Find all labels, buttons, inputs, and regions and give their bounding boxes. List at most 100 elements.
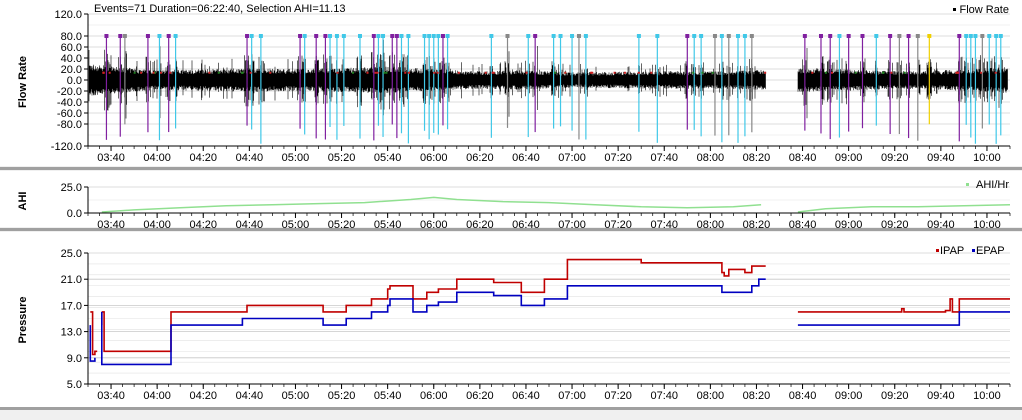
flow-event-flag [726,34,731,38]
flow-event-dot [108,71,111,74]
x-tick-label: 06:00 [420,219,448,231]
x-tick-label: 06:00 [420,390,448,402]
x-tick-label: 10:00 [973,219,1001,231]
flow-event-flag [394,34,399,38]
flow-event-flag [994,34,999,38]
flow-event-dot [140,71,143,74]
flow-event-flag [118,34,123,38]
flow-event-dot [241,71,244,74]
x-tick-label: 05:20 [328,152,356,164]
x-tick-label: 04:20 [189,390,217,402]
x-tick-label: 07:00 [558,390,586,402]
x-tick-label: 09:00 [835,152,863,164]
flow-event-flag [526,34,531,38]
flow-event-flag [302,34,307,38]
x-tick-label: 04:00 [143,219,171,231]
flow-legend: Flow Rate [953,4,1009,16]
flow-event-dot [159,71,162,74]
flow-event-dot [623,71,626,74]
flow-event-flag [245,34,250,38]
flow-event-dot [133,71,136,74]
x-tick-label: 03:40 [97,390,125,402]
x-tick-label: 04:40 [236,152,264,164]
flow-event-flag [828,34,833,38]
flow-event-flag [837,34,842,38]
flow-event-dot [994,71,997,74]
x-tick-label: 08:00 [697,152,725,164]
x-tick-label: 09:40 [927,152,955,164]
x-tick-label: 05:00 [282,390,310,402]
flow-event-dot [484,71,487,74]
flow-event-flag [927,34,932,38]
flow-event-flag [655,34,660,38]
flow-event-dot [525,71,528,74]
flow-event-dot [692,71,695,74]
x-tick-label: 10:00 [973,152,1001,164]
flow-event-flag [173,34,178,38]
x-tick-label: 03:40 [97,219,125,231]
y-tick-label: -120.0 [51,141,82,153]
x-tick-label: 09:20 [881,390,909,402]
panel-background [0,232,1022,407]
x-tick-label: 06:40 [512,390,540,402]
x-tick-label: 03:40 [97,152,125,164]
flow-event-flag [328,34,333,38]
x-tick-label: 04:40 [236,390,264,402]
x-tick-label: 06:40 [512,219,540,231]
x-tick-label: 07:40 [650,152,678,164]
y-tick-label: 13.0 [61,327,82,339]
flow-event-flag [558,34,563,38]
flow-event-flag [314,34,319,38]
x-tick-label: 06:00 [420,152,448,164]
x-tick-label: 09:20 [881,152,909,164]
y-tick-label: 120.0 [54,9,82,21]
y-tick-label: 25.0 [61,182,82,194]
x-tick-label: 10:00 [973,390,1001,402]
flow-event-dot [408,71,411,74]
x-tick-label: 08:20 [743,152,771,164]
flow-event-flag [906,34,911,38]
x-tick-label: 07:00 [558,152,586,164]
epap-legend-label: EPAP [976,245,1005,257]
flow-event-dot [554,71,557,74]
x-tick-label: 07:20 [604,390,632,402]
x-tick-label: 05:40 [374,390,402,402]
epap-legend-swatch [972,249,975,252]
flow-event-dot [701,71,704,74]
flow-event-flag [736,34,741,38]
flow-event-flag [915,34,920,38]
flow-event-flag [436,34,441,38]
flow-event-dot [433,71,436,74]
flow-event-dot [854,71,857,74]
flow-event-flag [533,34,538,38]
flow-event-flag [406,34,411,38]
flow-event-flag [357,34,362,38]
flow-event-flag [692,34,697,38]
x-tick-label: 04:00 [143,390,171,402]
flow-event-flag [576,34,581,38]
flow-event-dot [613,71,616,74]
ahi-legend-label: AHI/Hr [976,179,1009,191]
x-tick-label: 06:20 [466,152,494,164]
flow-event-flag [157,34,162,38]
flow-event-dot [957,71,960,74]
flow-event-flag [505,34,510,38]
events-summary: Events=71 Duration=06:22:40, Selection A… [94,3,345,15]
flow-event-flag [987,34,992,38]
flow-event-flag [874,34,879,38]
flow-event-flag [381,34,386,38]
flow-event-dot [882,71,885,74]
flow-event-flag [376,34,381,38]
flow-event-flag [973,34,978,38]
flow-event-dot [980,71,983,74]
flow-event-dot [591,71,594,74]
flow-event-flag [570,34,575,38]
flow-legend-swatch [953,8,956,11]
cpap-report: Events=71 Duration=06:22:40, Selection A… [0,0,1022,415]
ahi-legend-swatch [966,183,969,186]
flow-event-dot [824,71,827,74]
x-tick-label: 07:40 [650,219,678,231]
flow-event-flag [440,34,445,38]
flow-event-flag [860,34,865,38]
x-tick-label: 09:00 [835,390,863,402]
